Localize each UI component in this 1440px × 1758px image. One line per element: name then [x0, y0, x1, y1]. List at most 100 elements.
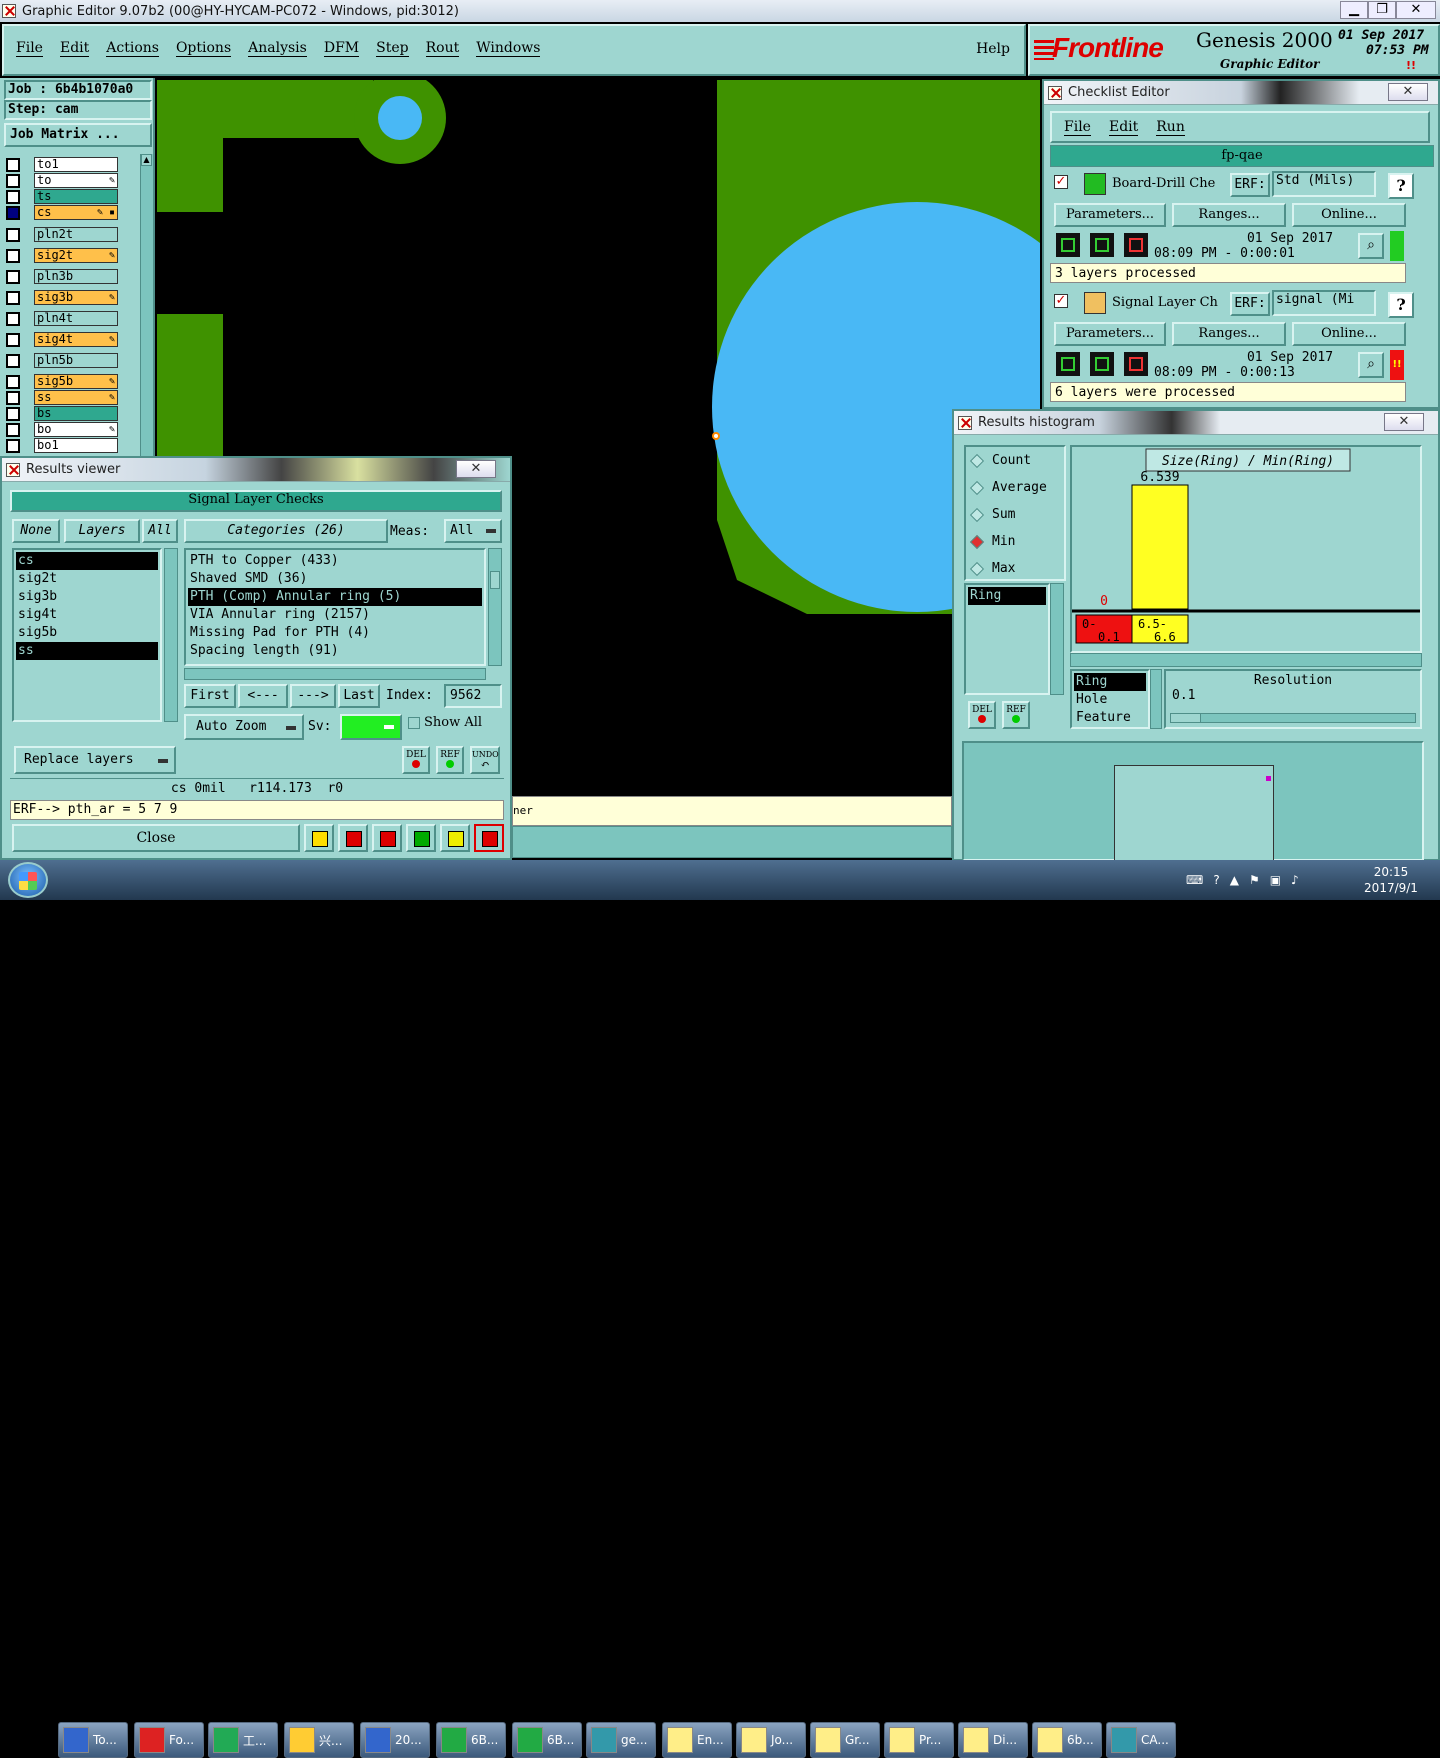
taskbar-item[interactable]: CA...: [1106, 1722, 1176, 1758]
category-item[interactable]: VIA Annular ring (2157): [188, 606, 482, 624]
check-online-button[interactable]: Online...: [1292, 322, 1406, 346]
all-layers-button[interactable]: All: [142, 519, 178, 543]
layer-name[interactable]: bo ✎: [34, 422, 118, 437]
first-button[interactable]: First: [184, 684, 236, 708]
menu-rout[interactable]: Rout: [425, 40, 460, 57]
layer-row-to1[interactable]: to1: [6, 156, 118, 173]
layer-name[interactable]: sig4t ✎: [34, 332, 118, 347]
close-button[interactable]: ✕: [1396, 1, 1436, 19]
check-help-button[interactable]: ?: [1388, 173, 1414, 199]
menu-edit[interactable]: Edit: [59, 40, 90, 57]
result-layer-item[interactable]: sig5b: [16, 624, 158, 642]
layer-name[interactable]: sig3b ✎: [34, 290, 118, 305]
taskbar-item[interactable]: 20...: [360, 1722, 430, 1758]
taskbar-item[interactable]: Fo...: [134, 1722, 204, 1758]
layer-checkbox[interactable]: [6, 332, 20, 347]
layer-row-bo[interactable]: bo ✎: [6, 421, 118, 438]
check-enable-checkbox[interactable]: ✓: [1054, 175, 1068, 189]
none-button[interactable]: None: [12, 519, 60, 543]
taskbar-item[interactable]: 工...: [208, 1722, 278, 1758]
layer-checkbox[interactable]: [6, 374, 20, 389]
box-icon[interactable]: [406, 824, 436, 852]
layer-name[interactable]: pln4t: [34, 311, 118, 326]
checklist-menu-file[interactable]: File: [1064, 119, 1091, 136]
flag-icon[interactable]: ⚑: [1249, 873, 1260, 887]
chart-icon[interactable]: [304, 824, 334, 852]
layer-name[interactable]: to ✎: [34, 173, 118, 188]
results-layer-scrollbar[interactable]: [164, 548, 178, 722]
undo-button[interactable]: UNDO ↶: [470, 746, 500, 774]
check-erf-button[interactable]: ERF:: [1230, 292, 1270, 316]
network-icon[interactable]: ▣: [1270, 873, 1281, 887]
check-erf-button[interactable]: ERF:: [1230, 173, 1270, 197]
category-item[interactable]: PTH to Copper (433): [188, 552, 482, 570]
maximize-button[interactable]: ❐: [1368, 1, 1396, 19]
drill-icon[interactable]: [338, 824, 368, 852]
menu-actions[interactable]: Actions: [106, 40, 159, 57]
taskbar-item[interactable]: ge...: [586, 1722, 656, 1758]
taskbar-item[interactable]: En...: [662, 1722, 732, 1758]
histogram-top-list[interactable]: Ring: [964, 583, 1050, 695]
layer-row-pln3b[interactable]: pln3b: [6, 268, 118, 285]
hist-bottom-item[interactable]: Ring: [1074, 673, 1146, 691]
results-layer-list[interactable]: cs sig2t sig3b sig4t sig5b ss: [12, 548, 162, 722]
replace-layers-dropdown[interactable]: Replace layers: [14, 746, 176, 774]
layer-row-cs[interactable]: cs ✎ ▪: [6, 204, 118, 221]
taskbar-item[interactable]: Jo...: [736, 1722, 806, 1758]
histogram-bottom-scrollbar[interactable]: [1150, 669, 1162, 729]
ref-button[interactable]: REF: [436, 746, 464, 774]
result-layer-item[interactable]: sig2t: [16, 570, 158, 588]
taskbar-item[interactable]: To...: [58, 1722, 128, 1758]
layer-name[interactable]: to1: [34, 157, 118, 172]
clock[interactable]: 20:15 2017/9/1: [1356, 864, 1426, 896]
results-category-scrollbar[interactable]: [488, 548, 502, 666]
job-matrix-button[interactable]: Job Matrix ...: [4, 123, 152, 147]
menu-help[interactable]: Help: [976, 41, 1010, 57]
layer-row-bo1[interactable]: bo1: [6, 437, 118, 454]
hist-del-button[interactable]: DEL: [968, 701, 996, 729]
hist-ref-button[interactable]: REF: [1002, 701, 1030, 729]
layer-name[interactable]: bo1: [34, 438, 118, 453]
start-button[interactable]: [8, 862, 48, 898]
close-results-button[interactable]: Close: [12, 824, 300, 852]
histogram-hscroll[interactable]: [1070, 653, 1422, 667]
check-enable-checkbox[interactable]: ✓: [1054, 294, 1068, 308]
layer-row-ts[interactable]: ts: [6, 188, 118, 205]
check-ranges-button[interactable]: Ranges...: [1172, 322, 1286, 346]
layer-row-pln5b[interactable]: pln5b: [6, 352, 118, 369]
next-button[interactable]: --->: [290, 684, 336, 708]
hist-bottom-item[interactable]: Hole: [1074, 691, 1146, 709]
result-layer-item[interactable]: sig3b: [16, 588, 158, 606]
result-layer-item[interactable]: cs: [16, 552, 158, 570]
result-layer-item[interactable]: ss: [16, 642, 158, 660]
layer-name[interactable]: sig2t ✎: [34, 248, 118, 263]
layer-row-ss[interactable]: ss ✎: [6, 389, 118, 406]
taskbar-item[interactable]: Pr...: [884, 1722, 954, 1758]
layer-checkbox[interactable]: [6, 157, 20, 172]
hist-option-min[interactable]: Min: [969, 534, 1015, 549]
layer-name[interactable]: pln3b: [34, 269, 118, 284]
layer-name[interactable]: ss ✎: [34, 390, 118, 405]
layer-checkbox[interactable]: [6, 248, 20, 263]
layer-checkbox[interactable]: [6, 422, 20, 437]
result-layer-item[interactable]: sig4t: [16, 606, 158, 624]
last-button[interactable]: Last: [338, 684, 380, 708]
auto-zoom-dropdown[interactable]: Auto Zoom: [184, 714, 304, 740]
check-parameters-button[interactable]: Parameters...: [1054, 203, 1166, 227]
menu-dfm[interactable]: DFM: [323, 40, 360, 57]
index-input[interactable]: 9562: [444, 684, 502, 708]
histogram-top-scrollbar[interactable]: [1050, 583, 1064, 695]
stop-icon[interactable]: [1122, 231, 1150, 259]
layer-name[interactable]: bs: [34, 406, 118, 421]
category-item[interactable]: Spacing length (91): [188, 642, 482, 660]
layer-checkbox[interactable]: [6, 353, 20, 368]
category-item[interactable]: Missing Pad for PTH (4): [188, 624, 482, 642]
layers-button[interactable]: Layers: [64, 519, 140, 543]
volume-icon[interactable]: ♪: [1291, 873, 1299, 887]
erase-icon[interactable]: [372, 824, 402, 852]
layer-row-bs[interactable]: bs: [6, 405, 118, 422]
hist-option-average[interactable]: Average: [969, 480, 1047, 495]
meas-dropdown[interactable]: All: [444, 519, 502, 543]
hist-top-item[interactable]: Ring: [968, 587, 1046, 605]
menu-file[interactable]: File: [16, 40, 43, 57]
